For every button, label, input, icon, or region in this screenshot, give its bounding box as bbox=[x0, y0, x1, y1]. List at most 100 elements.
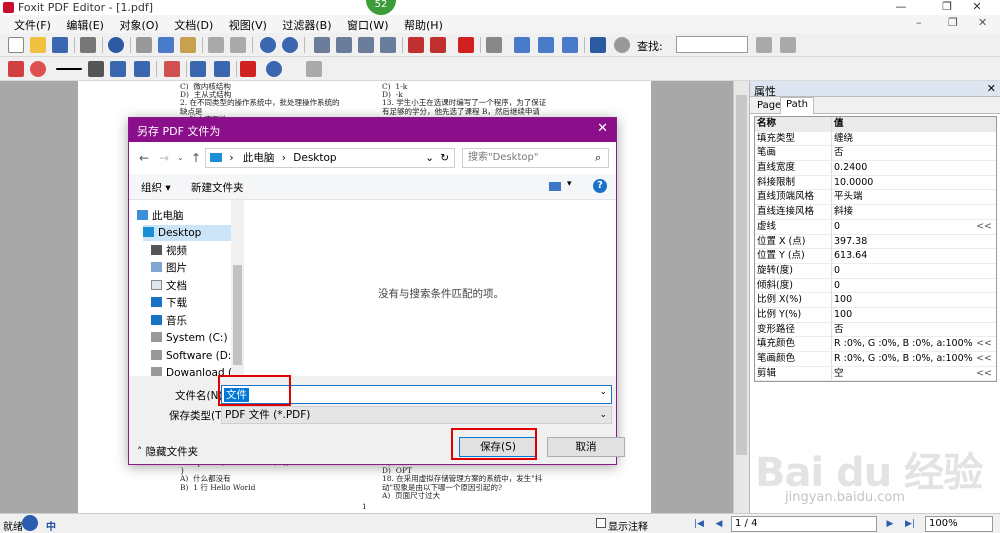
up-icon[interactable]: ↑ bbox=[191, 151, 201, 165]
page-number-input[interactable]: 1 / 4 bbox=[731, 516, 877, 532]
table-row[interactable]: 填充颜色 R :0%, G :0%, B :0%, a:100% << bbox=[755, 337, 996, 352]
filename-dropdown-icon[interactable]: ⌄ bbox=[599, 387, 607, 397]
ime-globe-icon[interactable] bbox=[22, 515, 38, 531]
new-folder-button[interactable]: 新建文件夹 bbox=[191, 180, 244, 195]
find-input[interactable] bbox=[676, 36, 748, 53]
table-row[interactable]: 比例 X(%) 100 bbox=[755, 293, 996, 308]
property-value[interactable]: 0 bbox=[831, 219, 976, 234]
help-icon[interactable]: ? bbox=[593, 179, 607, 193]
text-object-icon[interactable] bbox=[8, 61, 24, 77]
table-row[interactable]: 剪辑 空 << bbox=[755, 366, 996, 382]
image-tool-icon[interactable] bbox=[538, 37, 554, 53]
property-value[interactable]: R :0%, G :0%, B :0%, a:100% bbox=[831, 352, 976, 366]
view-dropdown-icon[interactable]: ▾ bbox=[567, 179, 572, 189]
nav-item-this-pc[interactable]: 此电脑 bbox=[137, 208, 237, 224]
nav-item-desktop[interactable]: Desktop bbox=[143, 225, 243, 241]
print-icon[interactable] bbox=[80, 37, 96, 53]
forward-icon[interactable]: → bbox=[159, 151, 169, 165]
table-row[interactable]: 虚线 0 << bbox=[755, 219, 996, 235]
shape-tool-icon[interactable] bbox=[562, 37, 578, 53]
mdi-restore-icon[interactable]: ❐ bbox=[948, 16, 958, 29]
filetype-dropdown-icon[interactable]: ⌄ bbox=[599, 407, 607, 423]
extract-page-icon[interactable] bbox=[430, 37, 446, 53]
back-icon[interactable]: ← bbox=[139, 151, 149, 165]
table-row[interactable]: 旋转(度) 0 bbox=[755, 263, 996, 279]
path-dropdown-icon[interactable]: ⌄ bbox=[425, 149, 434, 167]
hide-folders-toggle[interactable]: ˄ 隐藏文件夹 bbox=[137, 444, 198, 459]
next-page-icon[interactable]: ▶ bbox=[883, 517, 897, 531]
line-style-icon[interactable] bbox=[56, 68, 82, 70]
crop-icon[interactable] bbox=[190, 61, 206, 77]
scrollbar-thumb[interactable] bbox=[736, 95, 747, 455]
delete-page-icon[interactable] bbox=[458, 37, 474, 53]
keyboard-icon[interactable] bbox=[486, 37, 502, 53]
property-value[interactable]: 否 bbox=[831, 146, 976, 161]
document-scrollbar[interactable] bbox=[733, 81, 749, 513]
align-icon[interactable] bbox=[306, 61, 322, 77]
insert-page-icon[interactable] bbox=[408, 37, 424, 53]
document-properties-icon[interactable] bbox=[590, 37, 606, 53]
new-document-icon[interactable] bbox=[8, 37, 24, 53]
property-value[interactable]: 斜接 bbox=[831, 205, 976, 220]
copy-icon[interactable] bbox=[158, 37, 174, 53]
eraser-icon[interactable] bbox=[88, 61, 104, 77]
resize-icon[interactable] bbox=[214, 61, 230, 77]
zoom-out-icon[interactable] bbox=[282, 37, 298, 53]
navigation-scrollbar[interactable] bbox=[231, 200, 244, 380]
property-value[interactable]: 平头端 bbox=[831, 190, 976, 205]
last-page-icon[interactable]: ▶| bbox=[903, 517, 917, 531]
open-folder-icon[interactable] bbox=[30, 37, 46, 53]
last-page-icon[interactable] bbox=[380, 37, 396, 53]
property-value[interactable]: 397.38 bbox=[831, 234, 976, 249]
cancel-button[interactable]: 取消 bbox=[547, 437, 625, 457]
info-icon[interactable] bbox=[108, 37, 124, 53]
table-row[interactable]: 笔画颜色 R :0%, G :0%, B :0%, a:100% << bbox=[755, 352, 996, 367]
expand-icon[interactable]: << bbox=[976, 220, 992, 234]
find-next-icon[interactable] bbox=[756, 37, 772, 53]
zoom-select[interactable]: 100% bbox=[925, 516, 993, 532]
property-value[interactable]: R :0%, G :0%, B :0%, a:100% bbox=[831, 337, 976, 352]
menu-object[interactable]: 对象(O) bbox=[113, 15, 164, 35]
property-value[interactable]: 0 bbox=[831, 263, 976, 278]
mdi-minimize-icon[interactable]: – bbox=[916, 16, 922, 29]
navigation-scrollbar-thumb[interactable] bbox=[233, 265, 242, 365]
paste-icon[interactable] bbox=[180, 37, 196, 53]
property-value[interactable]: 10.0000 bbox=[831, 175, 976, 190]
ime-indicator[interactable]: 中 bbox=[46, 518, 56, 533]
text-tool-icon[interactable] bbox=[514, 37, 530, 53]
next-page-icon[interactable] bbox=[358, 37, 374, 53]
select-tool-icon[interactable] bbox=[164, 61, 180, 77]
menu-filter[interactable]: 过滤器(B) bbox=[276, 15, 337, 35]
recent-dropdown-icon[interactable]: ⌄ bbox=[177, 153, 184, 162]
property-value[interactable]: 空 bbox=[831, 366, 976, 381]
expand-icon[interactable]: << bbox=[976, 337, 992, 351]
search-input[interactable]: 搜索"Desktop" bbox=[462, 148, 609, 168]
save-icon[interactable] bbox=[52, 37, 68, 53]
table-row[interactable]: 斜接限制 10.0000 bbox=[755, 175, 996, 191]
property-value[interactable]: 0 bbox=[831, 278, 976, 293]
view-options-icon[interactable] bbox=[549, 182, 561, 191]
color-icon[interactable] bbox=[30, 61, 46, 77]
notification-badge[interactable]: 52 bbox=[366, 0, 396, 15]
table-row[interactable]: 变形路径 否 bbox=[755, 322, 996, 338]
property-value[interactable]: 0.2400 bbox=[831, 161, 976, 176]
cut-icon[interactable] bbox=[136, 37, 152, 53]
show-annotations-checkbox[interactable] bbox=[596, 518, 606, 528]
menu-help[interactable]: 帮助(H) bbox=[398, 15, 449, 35]
path-box[interactable]: › 此电脑 › Desktop ⌄ ↻ bbox=[205, 148, 455, 168]
mdi-close-icon[interactable]: ✕ bbox=[978, 16, 987, 29]
refresh-icon[interactable]: ↻ bbox=[440, 149, 449, 167]
filetype-select[interactable]: PDF 文件 (*.PDF) ⌄ bbox=[221, 406, 612, 424]
property-value[interactable]: 100 bbox=[831, 307, 976, 322]
table-row[interactable]: 位置 X (点) 397.38 bbox=[755, 234, 996, 250]
edit-image-icon[interactable] bbox=[110, 61, 126, 77]
path-root[interactable]: 此电脑 bbox=[243, 152, 275, 164]
delete-object-icon[interactable] bbox=[240, 61, 256, 77]
table-row[interactable]: 比例 Y(%) 100 bbox=[755, 307, 996, 323]
edit-shading-icon[interactable] bbox=[134, 61, 150, 77]
prev-page-icon[interactable]: ◀ bbox=[712, 517, 726, 531]
menu-view[interactable]: 视图(V) bbox=[223, 15, 273, 35]
minimize-icon[interactable]: — bbox=[888, 0, 914, 15]
menu-window[interactable]: 窗口(W) bbox=[341, 15, 394, 35]
organize-button[interactable]: 组织 ▾ bbox=[141, 180, 171, 195]
